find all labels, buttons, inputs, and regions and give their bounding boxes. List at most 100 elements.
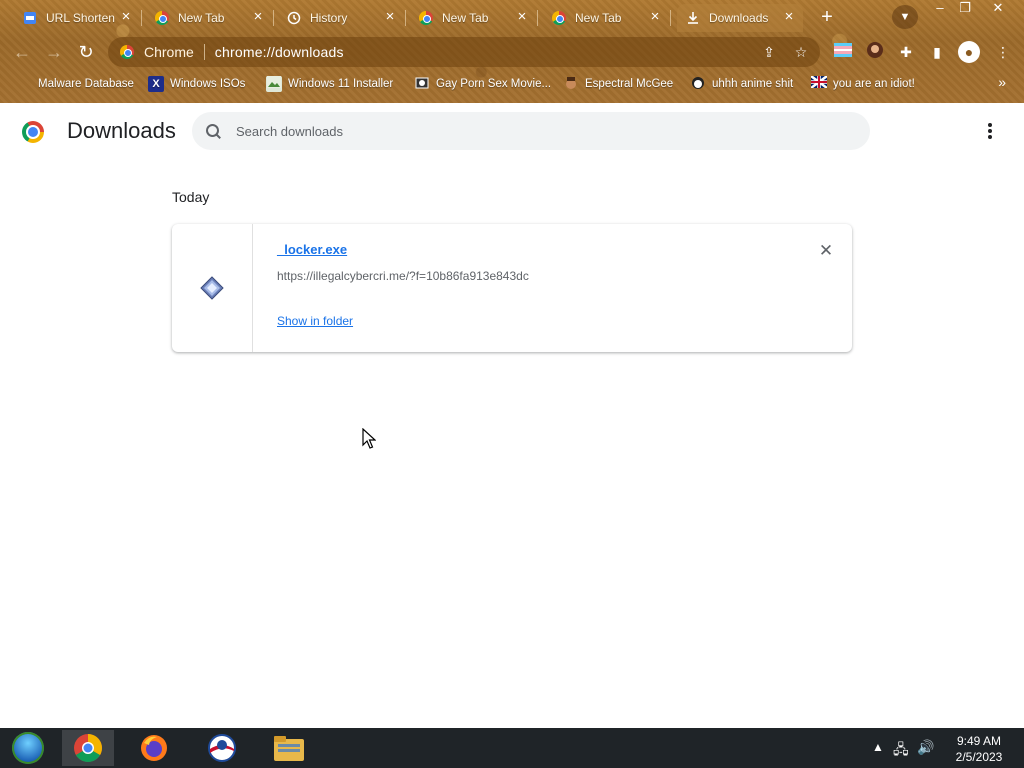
share-icon[interactable]: ⇪ (760, 43, 778, 61)
tab-label: New Tab (575, 11, 622, 25)
extension-flag-icon[interactable] (832, 41, 854, 63)
downloads-page: Downloads Today _locker.exe https://ille… (0, 103, 1024, 728)
download-item: _locker.exe https://illegalcybercri.me/?… (172, 224, 852, 352)
docs-icon (22, 10, 38, 26)
close-icon[interactable]: × (382, 9, 398, 25)
bookmarks-bar: Malware Database X Windows ISOs Windows … (0, 72, 1024, 96)
tab-downloads[interactable]: Downloads × (677, 4, 803, 32)
extension-avatar-icon[interactable] (864, 41, 886, 63)
close-window-icon[interactable]: ✕ (986, 0, 1010, 18)
tab-search-button[interactable]: ▼ (892, 5, 918, 29)
bookmark-label: you are an idiot! (833, 78, 915, 90)
bookmark[interactable]: you are an idiot! (810, 74, 915, 94)
volume-icon[interactable]: 🔊 (917, 739, 934, 756)
close-icon[interactable]: × (118, 9, 134, 25)
bookmark[interactable]: Espectral McGee (563, 74, 673, 94)
bookmark[interactable]: uhhh anime shit (690, 74, 793, 94)
profile-icon[interactable]: ● (958, 41, 980, 63)
close-icon[interactable]: × (781, 9, 797, 25)
bookmark-label: Windows 11 Installer (288, 78, 394, 90)
character-icon (563, 76, 579, 92)
taskbar-app[interactable] (196, 730, 248, 766)
clock-time: 9:49 AM (956, 734, 1002, 748)
tab-label: New Tab (178, 11, 225, 25)
page-title: Downloads (67, 118, 176, 143)
close-icon[interactable]: × (250, 9, 266, 25)
executable-file-icon (200, 276, 224, 300)
circle-logo-icon (208, 734, 236, 762)
chrome-icon (154, 10, 170, 26)
file-name-link[interactable]: _locker.exe (277, 242, 347, 257)
more-options-icon[interactable] (980, 121, 1000, 141)
taskbar: ▲ 🖧 🔊 9:49 AM 2/5/2023 (0, 728, 1024, 768)
url-text[interactable]: chrome://downloads (215, 44, 344, 60)
show-in-folder-link[interactable]: Show in folder (277, 314, 353, 328)
divider (203, 44, 205, 60)
search-input[interactable] (236, 123, 836, 139)
bookmark-favicon (18, 76, 32, 92)
x-icon: X (148, 76, 164, 92)
tab-new-tab[interactable]: New Tab × (543, 4, 671, 32)
tab-url-shortener[interactable]: URL Shorten × (14, 4, 142, 32)
history-icon (286, 10, 302, 26)
file-icon-column (172, 224, 253, 352)
remove-download-icon[interactable]: ✕ (816, 241, 836, 261)
search-bar[interactable] (192, 112, 870, 150)
show-hidden-icons[interactable]: ▲ (872, 740, 884, 754)
bookmark-label: Espectral McGee (585, 78, 674, 90)
address-bar[interactable]: Chrome chrome://downloads ⇪ ☆ (108, 37, 820, 67)
taskbar-chrome[interactable] (62, 730, 114, 766)
film-icon (414, 76, 430, 92)
chrome-icon (551, 10, 567, 26)
firefox-icon (141, 735, 167, 761)
minimize-icon[interactable]: – (928, 0, 952, 18)
tab-strip: URL Shorten × New Tab × History × New Ta… (0, 0, 1024, 34)
uk-flag-icon (810, 75, 828, 92)
bookmark-label: Windows ISOs (170, 78, 246, 90)
anime-icon (690, 76, 706, 92)
browser-frame: URL Shorten × New Tab × History × New Ta… (0, 0, 1024, 103)
star-icon[interactable]: ☆ (792, 43, 810, 61)
source-url: https://illegalcybercri.me/?f=10b86fa913… (277, 269, 529, 283)
bookmark[interactable]: Gay Porn Sex Movie... (414, 74, 551, 94)
tab-history[interactable]: History × (278, 4, 406, 32)
reload-icon[interactable]: ↻ (74, 40, 98, 64)
site-label: Chrome (144, 44, 194, 60)
chrome-logo-icon (22, 121, 44, 143)
tab-label: URL Shorten (46, 11, 115, 25)
windows-start-icon (12, 732, 44, 764)
folder-icon (274, 736, 304, 761)
network-icon[interactable]: 🖧 (893, 739, 909, 763)
chrome-icon (74, 734, 102, 762)
more-bookmarks-icon[interactable]: » (998, 74, 1006, 90)
system-clock[interactable]: 9:49 AM 2/5/2023 (944, 733, 1014, 765)
taskbar-firefox[interactable] (128, 730, 180, 766)
close-icon[interactable]: × (647, 9, 663, 25)
restore-icon[interactable]: ❐ (953, 0, 977, 18)
new-tab-button[interactable]: + (815, 6, 839, 28)
start-button[interactable] (2, 730, 54, 766)
tab-label: New Tab (442, 11, 489, 25)
menu-icon[interactable]: ⋮ (992, 41, 1014, 63)
back-icon[interactable]: ← (10, 40, 34, 64)
taskbar-file-explorer[interactable] (263, 730, 315, 766)
extensions-puzzle-icon[interactable]: ✚ (895, 41, 917, 63)
tab-new-tab[interactable]: New Tab × (146, 4, 274, 32)
forward-icon[interactable]: → (42, 40, 66, 64)
bookmark-label: uhhh anime shit (712, 78, 794, 90)
bookmark-label: Gay Porn Sex Movie... (436, 78, 552, 90)
bookmark[interactable]: X Windows ISOs (148, 74, 245, 94)
close-icon[interactable]: × (514, 9, 530, 25)
download-icon (685, 10, 701, 26)
bookmark[interactable]: Malware Database (18, 74, 134, 94)
bookmark[interactable]: Windows 11 Installer (266, 74, 393, 94)
search-icon (204, 122, 222, 140)
bookmark-label: Malware Database (38, 78, 134, 90)
chrome-icon (120, 45, 134, 59)
chrome-icon (418, 10, 434, 26)
toolbar: ← → ↻ Chrome chrome://downloads ⇪ ☆ ✚ ▮ … (0, 34, 1024, 70)
side-panel-icon[interactable]: ▮ (926, 41, 948, 63)
clock-date: 2/5/2023 (955, 750, 1003, 764)
tab-new-tab[interactable]: New Tab × (410, 4, 538, 32)
mouse-cursor-icon (362, 428, 376, 449)
